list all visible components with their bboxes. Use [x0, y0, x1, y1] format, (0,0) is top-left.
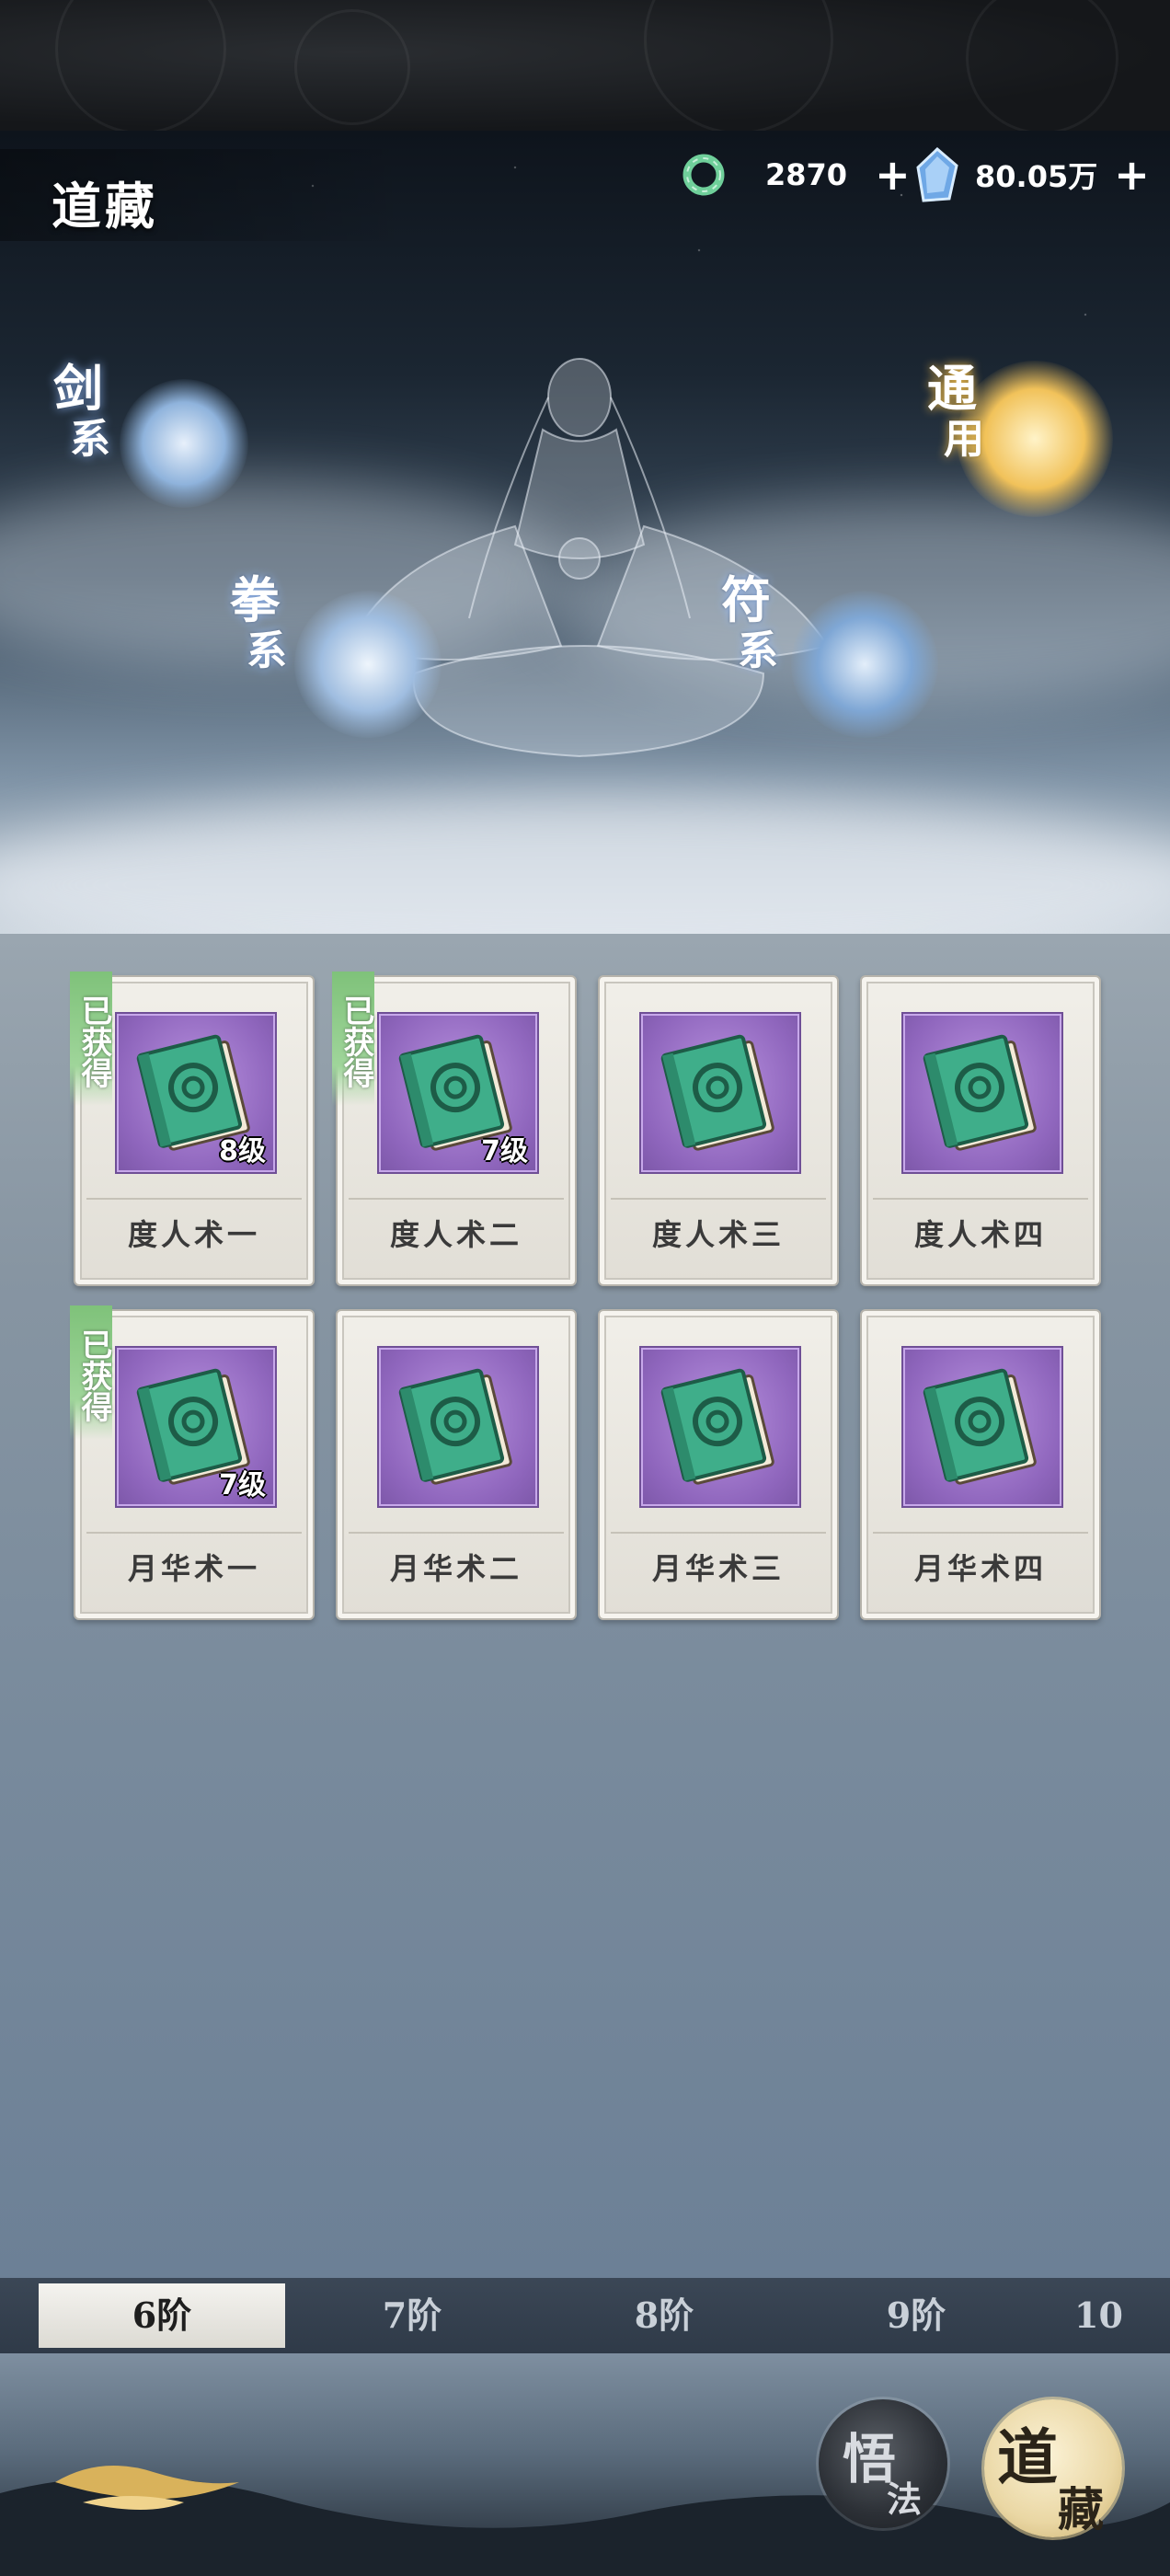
card-divider [86, 1198, 302, 1200]
green-book-icon [923, 1368, 1037, 1485]
card-divider [349, 1532, 564, 1534]
skill-book-icon-box [901, 1012, 1063, 1174]
green-book-icon [660, 1034, 774, 1151]
tab-tier-6[interactable]: 6阶 [39, 2283, 285, 2348]
crystal-currency: 80.05万 + [914, 147, 1150, 202]
skill-book-icon-box [377, 1346, 539, 1508]
skill-book-card[interactable]: 7级月华术一 已获得 [70, 1305, 315, 1620]
jade-amount: 2870 [765, 157, 848, 192]
skill-book-icon-box [639, 1012, 801, 1174]
page-title: 道藏 [52, 177, 158, 236]
crystal-amount: 80.05万 [975, 159, 1098, 194]
skill-book-name: 月华术二 [389, 1551, 522, 1586]
card-divider [349, 1198, 564, 1200]
skill-book-card[interactable]: 月华术二 [336, 1309, 577, 1620]
status-bar [0, 0, 1170, 134]
skill-book-icon-box [901, 1346, 1063, 1508]
enlighten-button[interactable]: 悟 法 [819, 2399, 947, 2528]
green-book-icon [398, 1368, 512, 1485]
skill-book-card[interactable]: 7级度人术二 已获得 [332, 972, 577, 1286]
skill-book-name: 度人术一 [127, 1217, 260, 1252]
skill-level-badge: 7级 [219, 1469, 266, 1501]
skill-book-name: 度人术四 [913, 1217, 1047, 1252]
meditating-immortal-figure [348, 358, 830, 758]
jade-currency: 2870 + [679, 147, 911, 202]
footer: 悟 法 道 藏 [0, 2353, 1170, 2576]
card-divider [611, 1198, 826, 1200]
obtained-badge: 已获得 [70, 972, 112, 1106]
skill-book-icon-box: 7级 [115, 1346, 277, 1508]
jade-add-button[interactable]: + [875, 154, 911, 196]
talisman-school-orb[interactable] [791, 591, 938, 738]
fist-school-label[interactable]: 拳系 [230, 574, 287, 677]
card-divider [611, 1532, 826, 1534]
jade-ring-icon [682, 154, 725, 196]
skill-book-card[interactable]: 度人术四 [860, 975, 1101, 1286]
card-divider [86, 1532, 302, 1534]
tier-tab-bar: 6阶 7阶 8阶 9阶 10 [0, 2278, 1170, 2353]
general-school-label[interactable]: 通用 [927, 362, 984, 466]
fist-school-orb[interactable] [294, 591, 442, 738]
tab-tier-10[interactable]: 10 [1074, 2283, 1170, 2348]
skill-book-icon-box [639, 1346, 801, 1508]
crystal-add-button[interactable]: + [1114, 154, 1150, 196]
green-book-icon [923, 1034, 1037, 1151]
skill-book-name: 月华术一 [127, 1551, 260, 1586]
skill-book-name: 度人术二 [389, 1217, 522, 1252]
skill-book-card[interactable]: 8级度人术一 已获得 [70, 972, 315, 1286]
green-book-icon [660, 1368, 774, 1485]
talisman-school-label[interactable]: 符系 [721, 574, 778, 677]
card-divider [873, 1198, 1088, 1200]
skill-level-badge: 7级 [481, 1135, 528, 1167]
obtained-badge: 已获得 [332, 972, 374, 1106]
obtained-badge: 已获得 [70, 1305, 112, 1440]
hero-scene: 剑系 拳系 符系 通用 [0, 131, 1170, 940]
tab-tier-8[interactable]: 8阶 [541, 2283, 787, 2348]
sword-school-orb[interactable] [120, 379, 248, 508]
card-divider [873, 1532, 1088, 1534]
skill-book-icon-box: 8级 [115, 1012, 277, 1174]
tab-tier-7[interactable]: 7阶 [289, 2283, 535, 2348]
sword-school-label[interactable]: 剑系 [53, 362, 110, 466]
skill-book-name: 月华术四 [913, 1551, 1047, 1586]
golden-cloud-icon [55, 2466, 239, 2510]
tab-tier-9[interactable]: 9阶 [793, 2283, 1039, 2348]
daozang-button[interactable]: 道 藏 [984, 2399, 1122, 2537]
skill-book-name: 月华术三 [651, 1551, 785, 1586]
skill-book-card[interactable]: 月华术三 [598, 1309, 839, 1620]
skill-level-badge: 8级 [219, 1135, 266, 1167]
skill-book-card[interactable]: 月华术四 [860, 1309, 1101, 1620]
skill-book-card[interactable]: 度人术三 [598, 975, 839, 1286]
skill-book-icon-box: 7级 [377, 1012, 539, 1174]
skill-book-name: 度人术三 [651, 1217, 785, 1252]
blue-crystal-icon [916, 147, 958, 202]
